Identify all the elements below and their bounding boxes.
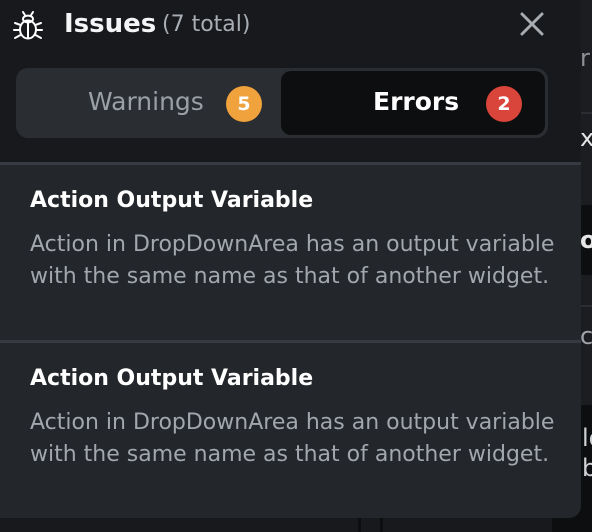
- background-fragment: b: [582, 454, 592, 482]
- background-fragment: lo: [582, 424, 592, 452]
- tab-warnings-label: Warnings: [88, 87, 204, 116]
- issue-title: Action Output Variable: [30, 188, 314, 213]
- issue-description: Action in DropDownArea has an output var…: [30, 410, 555, 467]
- issues-header: Issues (7 total) Warnings 5 Errors 2: [0, 0, 581, 162]
- tab-errors-label: Errors: [373, 87, 460, 116]
- bug-icon: [13, 11, 43, 40]
- issue-item[interactable]: Action Output Variable Action in DropDow…: [0, 343, 581, 517]
- issue-item[interactable]: Action Output Variable Action in DropDow…: [0, 165, 581, 339]
- issues-panel: Issues (7 total) Warnings 5 Errors 2 Act…: [0, 0, 581, 518]
- panel-title: Issues: [64, 9, 157, 39]
- background-fragment: o: [580, 226, 592, 254]
- issue-count: (7 total): [162, 12, 251, 37]
- issue-description: Action in DropDownArea has an output var…: [30, 232, 555, 289]
- background-fragment: x: [580, 124, 592, 152]
- issue-title: Action Output Variable: [30, 366, 314, 391]
- warnings-count-badge: 5: [226, 86, 262, 122]
- background-fragment: r: [580, 44, 590, 72]
- tab-errors[interactable]: Errors 2: [281, 71, 545, 135]
- issue-tabs: Warnings 5 Errors 2: [16, 68, 548, 138]
- background-fragment: c: [580, 322, 592, 350]
- close-icon[interactable]: [516, 8, 548, 40]
- errors-count-badge: 2: [486, 86, 522, 122]
- tab-warnings[interactable]: Warnings 5: [19, 71, 279, 135]
